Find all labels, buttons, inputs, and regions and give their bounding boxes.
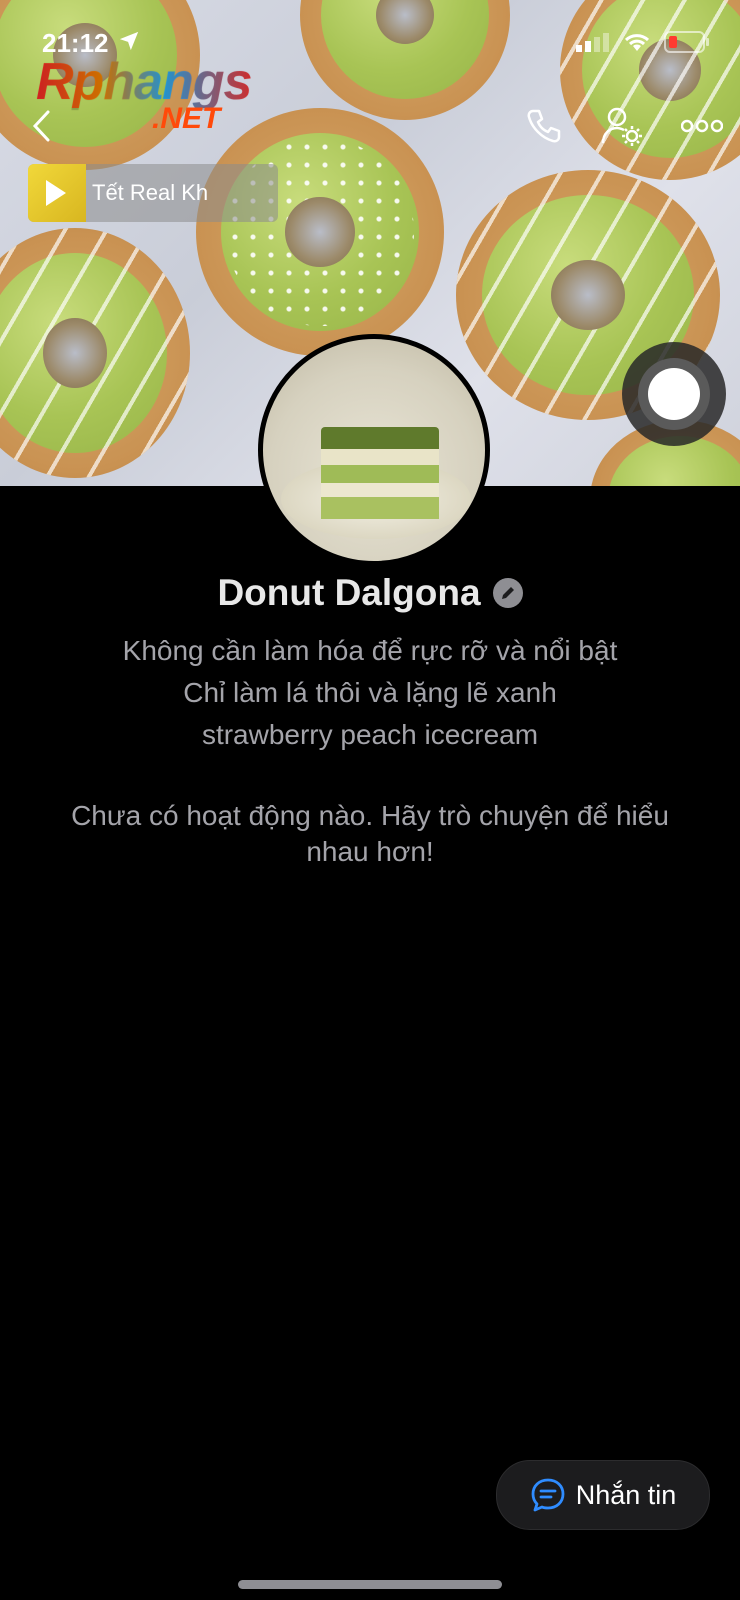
status-indicators xyxy=(576,30,710,54)
empty-activity-message: Chưa có hoạt động nào. Hãy trò chuyện để… xyxy=(71,800,669,867)
edit-name-button[interactable] xyxy=(492,578,523,608)
profile-bio: Không cần làm hóa để rực rỡ và nổi bật C… xyxy=(0,630,740,756)
profile-settings-button[interactable] xyxy=(600,104,644,148)
more-options-button[interactable] xyxy=(680,104,724,148)
battery-icon xyxy=(664,31,709,53)
more-horizontal-icon xyxy=(681,119,723,133)
phone-icon xyxy=(527,109,561,143)
watermark-logo: Rphangs .NET xyxy=(36,53,252,135)
profile-name: Donut Dalgona xyxy=(217,572,481,613)
assistive-touch-icon xyxy=(648,368,700,420)
profile-music-player[interactable]: Tết Real Kh xyxy=(28,164,278,222)
signal-icon xyxy=(576,33,609,52)
user-gear-icon xyxy=(601,107,642,146)
matcha-cake-image xyxy=(321,427,439,523)
donut-decoration xyxy=(196,108,444,356)
music-album-art xyxy=(28,164,86,222)
bio-line: strawberry peach icecream xyxy=(201,719,539,750)
bio-line: Không cần làm hóa để rực rỡ và nổi bật xyxy=(122,635,618,666)
play-icon[interactable] xyxy=(46,180,66,206)
location-arrow-icon xyxy=(119,31,139,51)
back-button[interactable] xyxy=(20,104,64,148)
watermark-top: Rphangs xyxy=(36,53,252,111)
avatar[interactable] xyxy=(258,334,490,566)
donut-decoration xyxy=(560,0,740,180)
message-button-label: Nhắn tin xyxy=(575,1479,677,1510)
music-title: Tết Real Kh xyxy=(92,180,209,205)
bio-line: Chỉ làm lá thôi và lặng lẽ xanh xyxy=(183,677,557,708)
wifi-icon xyxy=(624,34,650,51)
watermark-bottom: .NET xyxy=(152,102,221,135)
message-button[interactable]: Nhắn tin xyxy=(496,1460,710,1530)
home-indicator[interactable] xyxy=(238,1580,502,1589)
chevron-left-icon xyxy=(32,110,50,142)
call-button[interactable] xyxy=(522,104,566,148)
floating-assistive-button[interactable] xyxy=(622,342,726,446)
donut-decoration xyxy=(300,0,510,120)
pencil-icon xyxy=(501,587,514,599)
donut-decoration xyxy=(0,228,190,478)
profile-name-row: Donut Dalgona xyxy=(0,572,740,614)
chat-bubble-icon xyxy=(531,1478,565,1512)
